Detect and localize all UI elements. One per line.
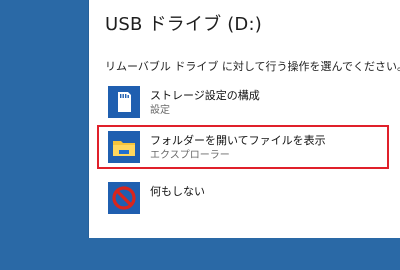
autoplay-dialog: USB ドライブ (D:) リムーバブル ドライブ に対して行う操作を選んでくだ… bbox=[89, 0, 400, 238]
option-take-no-action[interactable]: 何もしない bbox=[106, 176, 384, 220]
option-sublabel: 設定 bbox=[150, 105, 170, 116]
sd-card-icon bbox=[108, 86, 140, 118]
dialog-title: USB ドライブ (D:) bbox=[105, 14, 262, 35]
dialog-instruction: リムーバブル ドライブ に対して行う操作を選んでください。 bbox=[105, 60, 400, 73]
option-open-folder[interactable]: フォルダーを開いてファイルを表示 エクスプローラー bbox=[97, 125, 389, 169]
option-configure-storage[interactable]: ストレージ設定の構成 設定 bbox=[106, 80, 384, 124]
folder-icon bbox=[108, 131, 140, 163]
no-action-icon bbox=[108, 182, 140, 214]
option-label: 何もしない bbox=[150, 185, 205, 198]
option-sublabel: エクスプローラー bbox=[150, 150, 230, 161]
